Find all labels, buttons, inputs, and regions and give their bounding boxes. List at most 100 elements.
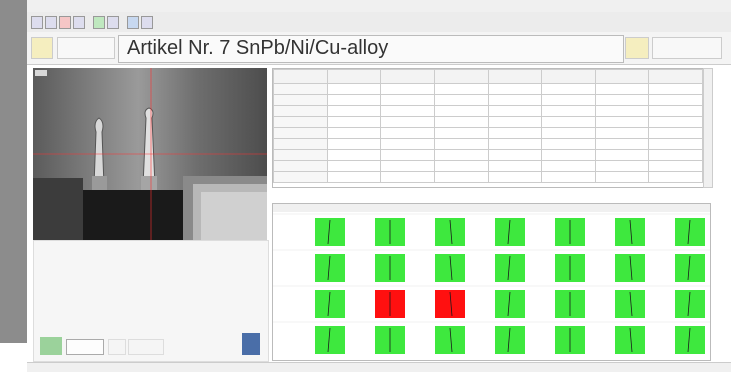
table-cell[interactable] [380,160,435,172]
table-cell[interactable] [326,138,382,150]
left-sidebar [0,0,27,343]
table-cell[interactable] [648,105,703,117]
table-cell[interactable] [273,138,328,150]
stop-button[interactable] [128,339,164,355]
print-icon[interactable] [59,16,71,29]
table-cell[interactable] [541,149,596,161]
article-icon[interactable] [31,37,53,59]
table-cell[interactable] [380,127,435,139]
table-cell[interactable] [648,149,703,161]
table-cell[interactable] [273,127,328,139]
table-cell[interactable] [541,83,596,95]
table-cell[interactable] [273,149,328,161]
info-icon[interactable] [625,37,649,59]
title-box: Artikel Nr. 7 SnPb/Ni/Cu-alloy [118,35,624,63]
table-cell[interactable] [273,105,328,117]
measurement-table [272,68,704,188]
table-cell[interactable] [380,94,435,106]
toolbar [27,12,731,33]
table-cell[interactable] [433,94,489,106]
save-icon[interactable] [45,16,57,29]
table-cell[interactable] [326,171,382,183]
folder-icon[interactable] [31,16,43,29]
table-cell[interactable] [326,127,382,139]
table-cell[interactable] [433,149,489,161]
table-cell[interactable] [326,94,382,106]
table-cell[interactable] [380,149,435,161]
table-cell[interactable] [380,138,435,150]
table-row [273,149,703,161]
table-cell[interactable] [326,105,382,117]
table-cell[interactable] [594,149,650,161]
table-cell[interactable] [487,127,543,139]
table-cell[interactable] [594,94,650,106]
table-cell[interactable] [594,171,650,183]
table-cell[interactable] [541,171,596,183]
table-cell[interactable] [648,138,703,150]
table-cell[interactable] [326,149,382,161]
table-cell[interactable] [273,94,328,106]
table-cell[interactable] [380,83,435,95]
table-cell[interactable] [487,105,543,117]
table-cell[interactable] [648,171,703,183]
table-cell[interactable] [648,83,703,95]
table-cell[interactable] [433,160,489,172]
info-field[interactable] [652,37,722,59]
table-cell[interactable] [326,160,382,172]
table-cell[interactable] [487,83,543,95]
table-cell[interactable] [487,171,543,183]
table-cell[interactable] [326,83,382,95]
table-cell[interactable] [594,138,650,150]
table-row [273,105,703,117]
table-cell[interactable] [594,160,650,172]
table-cell[interactable] [433,127,489,139]
table-cell[interactable] [541,160,596,172]
table-cell[interactable] [273,116,328,128]
measure-icon[interactable] [127,16,139,29]
table-cell[interactable] [648,160,703,172]
table-cell[interactable] [433,138,489,150]
settings-icon[interactable] [107,16,119,29]
table-cell[interactable] [380,105,435,117]
table-row [273,160,703,172]
table-cell [273,69,328,84]
table-cell[interactable] [648,116,703,128]
table-cell[interactable] [433,83,489,95]
table-cell[interactable] [541,116,596,128]
table-cell[interactable] [648,127,703,139]
report-icon[interactable] [242,333,260,355]
help-icon[interactable] [141,16,153,29]
table-cell[interactable] [326,116,382,128]
start-button[interactable] [66,339,104,355]
table-cell[interactable] [594,116,650,128]
article-select[interactable] [57,37,115,59]
table-scrollbar[interactable] [703,68,713,188]
table-cell[interactable] [380,171,435,183]
table-cell[interactable] [487,149,543,161]
camera-icon[interactable] [73,16,85,29]
table-cell[interactable] [594,83,650,95]
table-cell[interactable] [433,116,489,128]
camera-view [33,68,267,240]
table-cell[interactable] [487,160,543,172]
table-cell[interactable] [273,171,328,183]
table-cell[interactable] [273,160,328,172]
pause-button[interactable] [108,339,126,355]
chart-header-bar [273,204,710,212]
table-cell[interactable] [541,94,596,106]
table-cell[interactable] [541,127,596,139]
table-cell[interactable] [594,105,650,117]
table-cell[interactable] [541,138,596,150]
table-cell[interactable] [433,105,489,117]
camera-image [33,68,267,240]
table-cell[interactable] [594,127,650,139]
table-cell[interactable] [648,94,703,106]
table-cell[interactable] [541,105,596,117]
table-cell[interactable] [487,116,543,128]
table-cell[interactable] [487,138,543,150]
table-cell[interactable] [433,171,489,183]
table-cell[interactable] [487,94,543,106]
table-cell[interactable] [380,116,435,128]
chart-icon[interactable] [93,16,105,29]
table-cell[interactable] [273,83,328,95]
